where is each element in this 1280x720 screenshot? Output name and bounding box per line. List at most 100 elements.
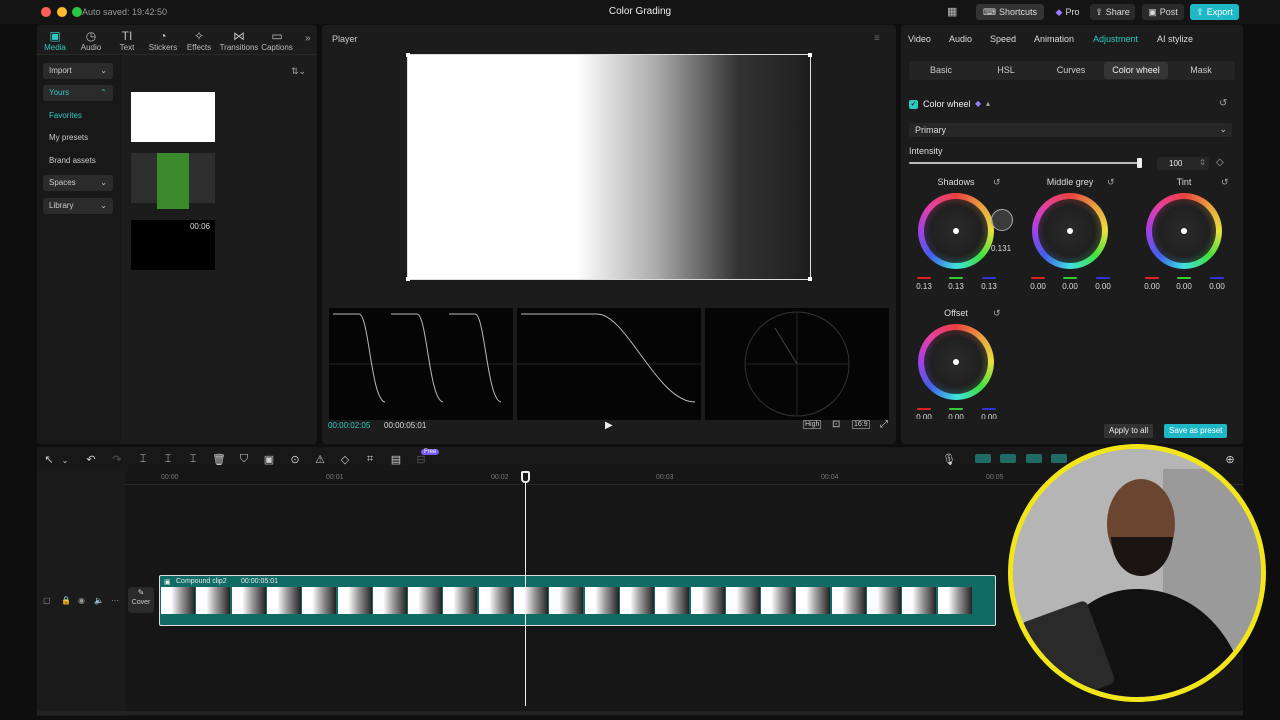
sidebar-item-brand-assets[interactable]: Brand assets: [43, 153, 113, 169]
sidebar-item-spaces[interactable]: Spaces ⌄: [43, 175, 113, 191]
tint-r-value[interactable]: 0.00: [1141, 282, 1163, 291]
timeline-scrollbar[interactable]: [37, 711, 1243, 715]
tint-reset-icon[interactable]: ↺: [1221, 177, 1229, 188]
tint-g-value[interactable]: 0.00: [1173, 282, 1195, 291]
linkage-toggle[interactable]: [1026, 454, 1042, 463]
microphone-icon[interactable]: 🎙: [942, 453, 956, 466]
shadows-b-value[interactable]: 0.13: [978, 282, 1000, 291]
speed-icon[interactable]: ⊙: [288, 453, 302, 466]
wheel-center-handle[interactable]: [1067, 228, 1073, 234]
midgrey-b-value[interactable]: 0.00: [1092, 282, 1114, 291]
layout-icon[interactable]: ▦: [947, 5, 957, 18]
captions-edit-icon[interactable]: ▤: [389, 453, 403, 466]
toolbar-transitions[interactable]: ⋈ Transitions: [219, 29, 259, 52]
tab-speed[interactable]: Speed: [990, 34, 1016, 44]
toolbar-audio[interactable]: ◷ Audio: [73, 29, 109, 52]
export-button[interactable]: ⇧ Export: [1190, 4, 1239, 20]
quality-select[interactable]: High: [803, 420, 822, 429]
sidebar-item-library[interactable]: Library ⌄: [43, 198, 113, 214]
color-wheel-checkbox[interactable]: ✓: [909, 100, 918, 109]
shadows-g-value[interactable]: 0.13: [945, 282, 967, 291]
shadows-wheel[interactable]: [918, 193, 994, 269]
subtab-basic[interactable]: Basic: [911, 62, 971, 79]
preview-canvas[interactable]: [407, 54, 811, 280]
link-main-track-toggle[interactable]: [975, 454, 991, 463]
rotate-icon[interactable]: ◇: [338, 453, 352, 466]
sidebar-item-my-presets[interactable]: My presets: [43, 130, 113, 146]
midgrey-reset-icon[interactable]: ↺: [1107, 177, 1115, 188]
shortcuts-button[interactable]: ⌨ Shortcuts: [976, 4, 1044, 20]
toolbar-effects[interactable]: ✧ Effects: [181, 29, 217, 52]
toolbar-text[interactable]: TI Text: [109, 29, 145, 52]
more-tools-icon[interactable]: »: [305, 33, 311, 44]
intensity-input[interactable]: 100 ⇳: [1157, 157, 1209, 170]
zoom-fit-icon[interactable]: ⊕: [1223, 453, 1237, 466]
aspect-ratio-select[interactable]: 16:9: [852, 420, 870, 429]
crop-icon[interactable]: ⌗: [363, 453, 377, 466]
shadows-r-value[interactable]: 0.13: [913, 282, 935, 291]
freeze-icon[interactable]: ▣: [262, 453, 276, 466]
subtab-mask[interactable]: Mask: [1171, 62, 1231, 79]
mirror-icon[interactable]: ⚠: [313, 453, 327, 466]
intensity-slider-track[interactable]: [909, 162, 1141, 164]
resize-handle[interactable]: [406, 277, 410, 281]
select-tool-icon[interactable]: ↖: [42, 453, 56, 466]
mode-select[interactable]: Primary ⌄: [909, 123, 1232, 137]
play-icon[interactable]: ▶: [605, 420, 613, 431]
filter-sort-icon[interactable]: ⇅⌄: [291, 66, 306, 77]
sidebar-item-yours[interactable]: Yours ⌃: [43, 85, 113, 101]
share-button[interactable]: ⇪ Share: [1090, 4, 1135, 20]
cover-button[interactable]: ✎ Cover: [128, 587, 154, 613]
midgrey-wheel[interactable]: [1032, 193, 1108, 269]
subtab-curves[interactable]: Curves: [1041, 62, 1101, 79]
tab-video[interactable]: Video: [908, 34, 931, 44]
wheel-center-handle[interactable]: [1181, 228, 1187, 234]
marker-icon[interactable]: ⛉: [237, 453, 251, 466]
pro-button[interactable]: ◆ Pro: [1050, 4, 1085, 20]
more-icon[interactable]: ⋯: [111, 596, 119, 605]
eye-icon[interactable]: ◉: [78, 596, 85, 605]
subtab-color-wheel[interactable]: Color wheel: [1104, 62, 1168, 79]
track-select-icon[interactable]: ▢: [43, 596, 51, 605]
split-icon[interactable]: ⌶: [136, 453, 150, 466]
shadows-reset-icon[interactable]: ↺: [993, 177, 1001, 188]
chevron-down-icon[interactable]: ⌄: [58, 456, 72, 465]
undo-icon[interactable]: ↶: [84, 453, 98, 466]
media-thumb-green[interactable]: [131, 153, 215, 209]
resize-handle[interactable]: [808, 53, 812, 57]
tab-adjustment[interactable]: Adjustment: [1093, 34, 1138, 44]
tint-b-value[interactable]: 0.00: [1206, 282, 1228, 291]
split-left-icon[interactable]: ⌶: [161, 453, 175, 466]
snapshot-icon[interactable]: ⊡: [832, 419, 840, 430]
resize-handle[interactable]: [808, 277, 812, 281]
fullscreen-icon[interactable]: ⤢: [880, 419, 888, 430]
split-right-icon[interactable]: ⌶: [186, 453, 200, 466]
redo-icon[interactable]: ↷: [110, 453, 124, 466]
toolbar-stickers[interactable]: ◔ Stickers: [145, 29, 181, 52]
offset-reset-icon[interactable]: ↺: [993, 308, 1001, 319]
sidebar-item-import[interactable]: Import ⌄: [43, 63, 113, 79]
post-button[interactable]: ▣ Post: [1142, 4, 1184, 20]
shadows-luma-ring[interactable]: [991, 209, 1013, 231]
tab-ai-stylize[interactable]: AI stylize: [1157, 34, 1193, 44]
magnet-toggle[interactable]: [1000, 454, 1016, 463]
tint-wheel[interactable]: [1146, 193, 1222, 269]
wheel-center-handle[interactable]: [953, 359, 959, 365]
resize-handle[interactable]: [406, 53, 410, 57]
keyframe-diamond-icon[interactable]: ◇: [1216, 157, 1224, 168]
playhead-handle[interactable]: [521, 471, 530, 483]
offset-b-value[interactable]: 0.00: [978, 413, 1000, 419]
stepper-icon[interactable]: ⇳: [1199, 158, 1206, 167]
reset-all-icon[interactable]: ↺: [1219, 98, 1227, 109]
offset-wheel[interactable]: [918, 324, 994, 400]
media-thumb-white[interactable]: [131, 92, 215, 142]
tab-audio[interactable]: Audio: [949, 34, 972, 44]
preview-axis-toggle[interactable]: [1051, 454, 1067, 463]
sidebar-item-favorites[interactable]: Favorites: [43, 108, 113, 124]
speaker-icon[interactable]: 🔈: [94, 596, 104, 605]
toolbar-media[interactable]: ▣ Media: [37, 29, 73, 52]
toolbar-captions[interactable]: ▭ Captions: [259, 29, 295, 52]
player-menu-icon[interactable]: ≡: [874, 33, 880, 44]
collapse-icon[interactable]: ▴: [986, 99, 990, 108]
media-thumb-black[interactable]: 00:06: [131, 220, 215, 270]
